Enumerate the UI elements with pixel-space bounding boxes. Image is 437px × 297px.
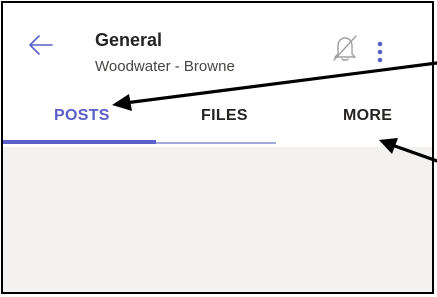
tab-files[interactable]: FILES [201,107,248,125]
tab-more[interactable]: MORE [343,107,392,125]
team-name: Woodwater - Browne [95,58,235,75]
posts-content-area[interactable] [3,147,432,292]
bell-muted-icon [333,35,357,61]
tab-scroll-track [156,142,276,144]
more-options-button[interactable] [373,40,387,64]
channel-tabs: POSTS FILES MORE [3,93,432,147]
tab-posts[interactable]: POSTS [54,107,110,125]
app-screen: General Woodwater - Browne POSTS FILES M… [1,1,434,294]
more-vertical-icon [377,41,383,63]
active-tab-indicator [3,140,156,144]
channel-title: General [95,30,163,50]
back-arrow-icon [29,35,53,55]
back-button[interactable] [27,33,53,57]
mute-notifications-button[interactable] [332,34,358,62]
channel-header: General Woodwater - Browne [3,3,432,93]
